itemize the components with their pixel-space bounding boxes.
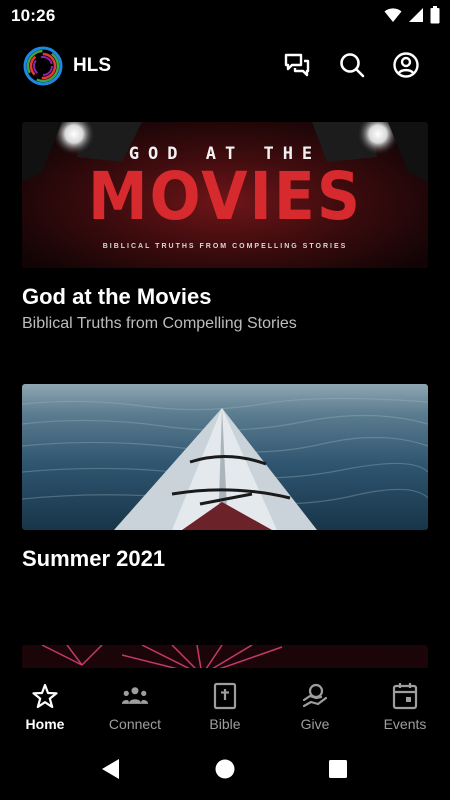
wifi-icon: [384, 7, 402, 23]
app-bar: HLS: [0, 40, 450, 92]
card-subtitle: Biblical Truths from Compelling Stories: [22, 315, 297, 332]
nav-item-home[interactable]: Home: [0, 668, 90, 742]
profile-button[interactable]: [391, 51, 421, 84]
star-icon: [31, 682, 59, 710]
home-button[interactable]: [212, 758, 238, 784]
content-card-summer-2021[interactable]: Summer 2021: [22, 384, 428, 572]
banner-tagline: BIBLICAL TRUTHS FROM COMPELLING STORIES: [102, 243, 348, 250]
card-image-fireworks: [22, 645, 428, 668]
search-icon: [338, 51, 366, 84]
nav-label-events: Events: [383, 716, 427, 732]
account-icon: [392, 51, 420, 84]
recents-square-icon: [328, 759, 348, 784]
give-icon: [301, 682, 329, 710]
card-title: God at the Movies: [22, 284, 212, 309]
status-bar: 10:26: [0, 0, 450, 32]
signal-icon: [408, 7, 424, 23]
nav-item-connect[interactable]: Connect: [90, 668, 180, 742]
content-card-god-at-the-movies[interactable]: GOD AT THE MOVIES BIBLICAL TRUTHS FROM C…: [22, 122, 428, 334]
card-image-movies: GOD AT THE MOVIES BIBLICAL TRUTHS FROM C…: [22, 122, 428, 268]
system-navigation-bar: [0, 742, 450, 800]
status-time: 10:26: [11, 6, 56, 25]
nav-item-give[interactable]: Give: [270, 668, 360, 742]
app-logo-icon: [23, 46, 63, 86]
chat-button[interactable]: [282, 52, 312, 82]
nav-label-bible: Bible: [209, 716, 241, 732]
banner-main-text: MOVIES: [87, 158, 363, 236]
search-button[interactable]: [337, 52, 367, 82]
nav-label-connect: Connect: [108, 716, 162, 732]
card-image-kayak: [22, 384, 428, 530]
status-icons: [384, 6, 440, 24]
content-feed[interactable]: GOD AT THE MOVIES BIBLICAL TRUTHS FROM C…: [0, 92, 450, 668]
people-icon: [121, 682, 149, 710]
nav-label-give: Give: [300, 716, 330, 732]
calendar-icon: [391, 682, 419, 710]
bottom-navigation: Home Connect Bible Give Events: [0, 668, 450, 742]
battery-icon: [430, 6, 440, 24]
bible-icon: [211, 682, 239, 710]
home-circle-icon: [214, 758, 236, 785]
nav-item-bible[interactable]: Bible: [180, 668, 270, 742]
nav-label-home: Home: [25, 716, 65, 732]
chat-icon: [283, 51, 311, 84]
nav-item-events[interactable]: Events: [360, 668, 450, 742]
content-card-fireworks[interactable]: [22, 645, 428, 668]
recents-button[interactable]: [325, 758, 351, 784]
back-button[interactable]: [98, 758, 124, 784]
app-title: HLS: [73, 55, 111, 76]
back-triangle-icon: [101, 758, 121, 785]
card-title: Summer 2021: [22, 546, 166, 571]
